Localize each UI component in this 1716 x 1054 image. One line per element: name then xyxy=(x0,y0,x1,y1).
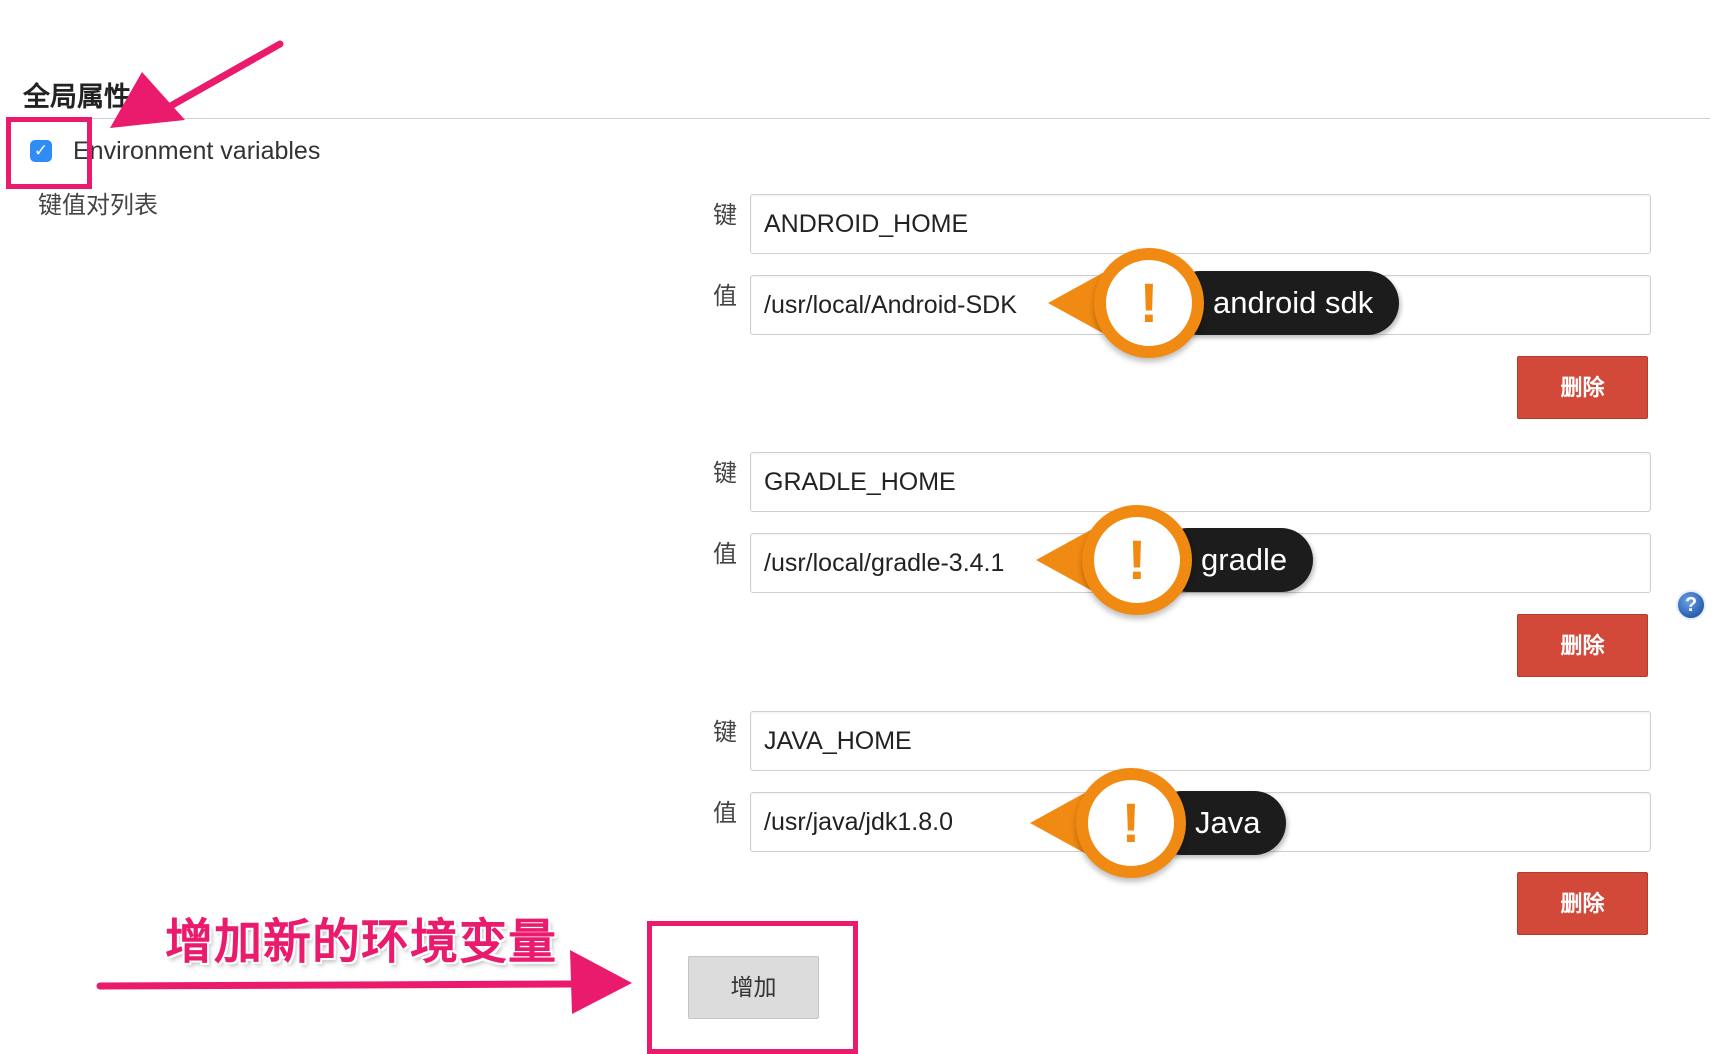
arrow-to-add-button xyxy=(96,950,632,1014)
arrow-to-checkbox xyxy=(110,40,284,128)
annotation-arrows xyxy=(96,40,632,1014)
